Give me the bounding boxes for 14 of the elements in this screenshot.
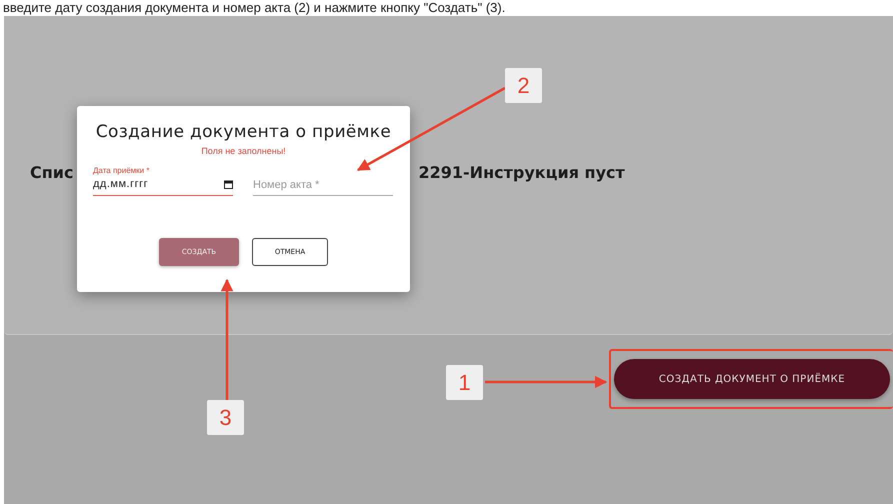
- callout-number: 1: [446, 365, 483, 400]
- act-number-field[interactable]: Номер акта *: [253, 179, 393, 196]
- list-heading-text: Спис: [30, 163, 74, 182]
- date-field[interactable]: Дата приёмки * дд.мм.гггг: [93, 166, 233, 196]
- calendar-icon[interactable]: [224, 180, 233, 188]
- error-message: Поля не заполнены!: [200, 146, 287, 156]
- callout-number: 3: [207, 400, 244, 435]
- callout-number: 2: [505, 68, 542, 103]
- list-heading-text: 2291-Инструкция пуст: [418, 163, 625, 182]
- field-label: Дата приёмки *: [93, 166, 150, 175]
- dialog-title: Создание документа о приёмке: [94, 122, 392, 142]
- date-value: дд.мм.гггг: [93, 178, 148, 190]
- instruction-text: введите дату создания документа и номер акта (2) и нажмите кнопку "Создать" (3).: [2, 0, 506, 16]
- create-document-button[interactable]: СОЗДАТЬ ДОКУМЕНТ О ПРИЁМКЕ: [614, 359, 890, 399]
